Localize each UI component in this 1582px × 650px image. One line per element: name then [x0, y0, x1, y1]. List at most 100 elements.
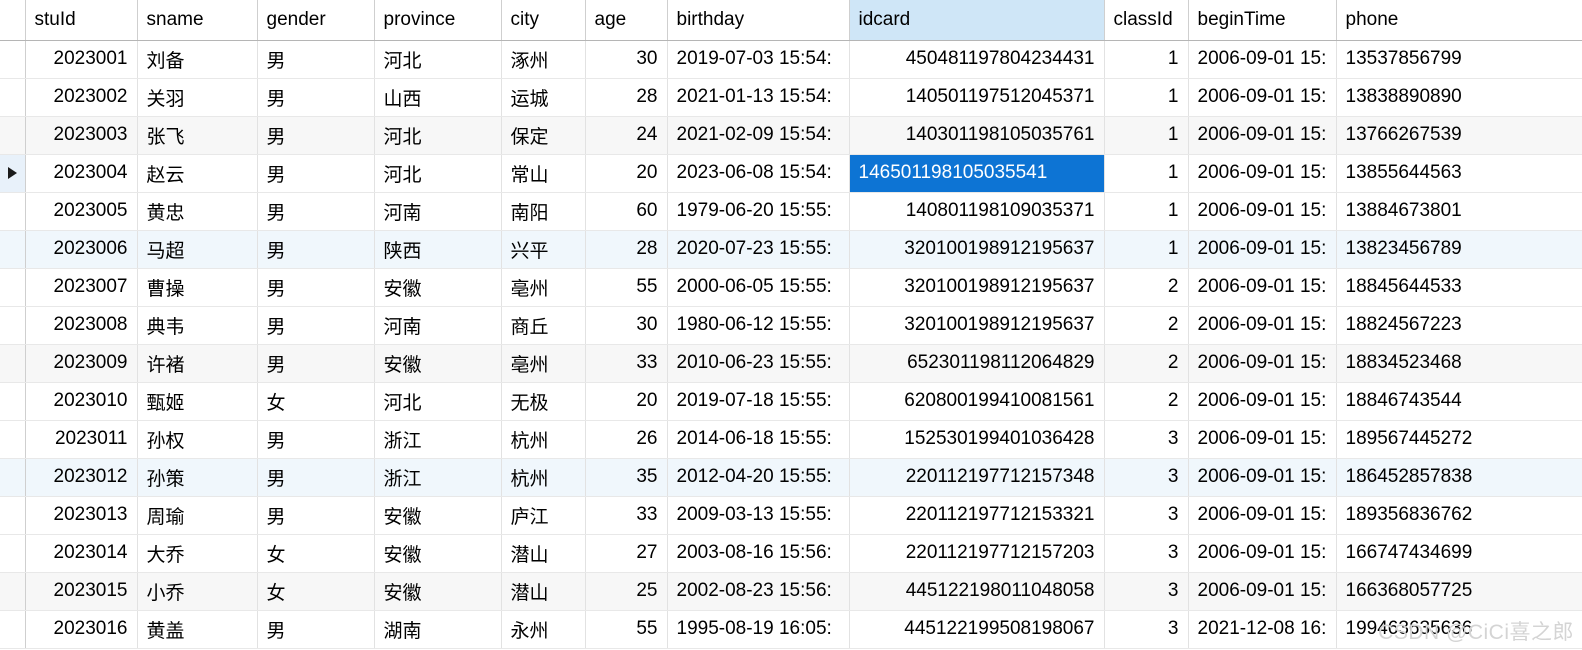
cell-stuid[interactable]: 2023004	[25, 154, 138, 193]
cell-sname[interactable]: 黄忠	[137, 192, 258, 231]
cell-begintime[interactable]: 2006-09-01 15:	[1188, 230, 1337, 269]
cell-classid[interactable]: 1	[1104, 192, 1189, 231]
cell-stuid[interactable]: 2023015	[25, 572, 138, 611]
cell-classid[interactable]: 2	[1104, 306, 1189, 345]
cell-age[interactable]: 33	[585, 496, 668, 535]
cell-city[interactable]: 杭州	[501, 458, 586, 497]
cell-gender[interactable]: 男	[257, 458, 375, 497]
table-row[interactable]: 2023016 黄盖男湖南 永州 55 1995-08-19 16:05: 4451221…	[0, 610, 1582, 649]
cell-begintime[interactable]: 2006-09-01 15:	[1188, 420, 1337, 459]
cell-age[interactable]: 20	[585, 154, 668, 193]
row-indicator-cell[interactable]	[0, 306, 26, 345]
cell-birthday[interactable]: 2021-02-09 15:54:	[667, 116, 850, 155]
cell-begintime[interactable]: 2006-09-01 15:	[1188, 458, 1337, 497]
row-indicator-cell[interactable]	[0, 268, 26, 307]
row-indicator-cell[interactable]	[0, 78, 26, 117]
cell-begintime[interactable]: 2006-09-01 15:	[1188, 192, 1337, 231]
cell-classid[interactable]: 1	[1104, 230, 1189, 269]
cell-phone[interactable]: 13823456789	[1336, 230, 1582, 269]
column-header-classid[interactable]: classId	[1104, 0, 1189, 41]
cell-classid[interactable]: 3	[1104, 572, 1189, 611]
column-header-begintime[interactable]: beginTime	[1188, 0, 1337, 41]
row-indicator-cell[interactable]	[0, 610, 26, 649]
row-indicator-cell[interactable]	[0, 382, 26, 421]
cell-idcard[interactable]: 620800199410081561	[849, 382, 1105, 421]
cell-city[interactable]: 亳州	[501, 268, 586, 307]
cell-province[interactable]: 安徽	[374, 572, 502, 611]
cell-city[interactable]: 杭州	[501, 420, 586, 459]
column-header-phone[interactable]: phone	[1336, 0, 1582, 41]
cell-idcard[interactable]: 220112197712157203	[849, 534, 1105, 573]
row-indicator-cell[interactable]	[0, 230, 26, 269]
cell-stuid[interactable]: 2023003	[25, 116, 138, 155]
cell-sname[interactable]: 关羽	[137, 78, 258, 117]
cell-sname[interactable]: 刘备	[137, 40, 258, 79]
cell-province[interactable]: 安徽	[374, 534, 502, 573]
cell-city[interactable]: 商丘	[501, 306, 586, 345]
cell-birthday[interactable]: 1980-06-12 15:55:	[667, 306, 850, 345]
cell-idcard[interactable]: 220112197712157348	[849, 458, 1105, 497]
cell-age[interactable]: 30	[585, 306, 668, 345]
cell-idcard[interactable]: 652301198112064829	[849, 344, 1105, 383]
row-indicator-cell[interactable]	[0, 40, 26, 79]
cell-phone[interactable]: 166747434699	[1336, 534, 1582, 573]
cell-age[interactable]: 33	[585, 344, 668, 383]
cell-sname[interactable]: 黄盖	[137, 610, 258, 649]
row-indicator-cell[interactable]	[0, 344, 26, 383]
table-row[interactable]: 2023014 大乔女安徽 潜山 27 2003-08-16 15:56: 2201121…	[0, 534, 1582, 573]
cell-stuid[interactable]: 2023006	[25, 230, 138, 269]
table-row[interactable]: 2023006 马超男陕西 兴平 28 2020-07-23 15:55: 3201001…	[0, 230, 1582, 269]
cell-stuid[interactable]: 2023012	[25, 458, 138, 497]
cell-stuid[interactable]: 2023005	[25, 192, 138, 231]
cell-birthday[interactable]: 2009-03-13 15:55:	[667, 496, 850, 535]
column-header-sname[interactable]: sname	[137, 0, 258, 41]
cell-birthday[interactable]: 2010-06-23 15:55:	[667, 344, 850, 383]
cell-province[interactable]: 河北	[374, 116, 502, 155]
cell-begintime[interactable]: 2021-12-08 16:	[1188, 610, 1337, 649]
cell-stuid[interactable]: 2023010	[25, 382, 138, 421]
student-data-grid[interactable]: stuId sname gender province city age birthday i…	[0, 0, 1582, 649]
cell-city[interactable]: 潜山	[501, 534, 586, 573]
cell-city[interactable]: 常山	[501, 154, 586, 193]
cell-phone[interactable]: 166368057725	[1336, 572, 1582, 611]
cell-sname[interactable]: 马超	[137, 230, 258, 269]
cell-stuid[interactable]: 2023014	[25, 534, 138, 573]
row-indicator-cell[interactable]	[0, 534, 26, 573]
cell-classid[interactable]: 2	[1104, 268, 1189, 307]
cell-idcard-selected[interactable]: 146501198105035541	[849, 154, 1105, 193]
table-row[interactable]: 2023008 典韦男河南 商丘 30 1980-06-12 15:55: 3201001…	[0, 306, 1582, 345]
cell-age[interactable]: 30	[585, 40, 668, 79]
row-indicator-cell[interactable]	[0, 116, 26, 155]
column-header-birthday[interactable]: birthday	[667, 0, 850, 41]
cell-phone[interactable]: 13884673801	[1336, 192, 1582, 231]
cell-age[interactable]: 26	[585, 420, 668, 459]
cell-gender[interactable]: 男	[257, 268, 375, 307]
cell-birthday[interactable]: 2023-06-08 15:54:	[667, 154, 850, 193]
cell-province[interactable]: 河南	[374, 306, 502, 345]
cell-classid[interactable]: 3	[1104, 420, 1189, 459]
cell-city[interactable]: 兴平	[501, 230, 586, 269]
table-row[interactable]: 2023005 黄忠男河南 南阳 60 1979-06-20 15:55: 1408011…	[0, 192, 1582, 231]
table-row[interactable]: 2023001 刘备男河北 涿州 30 2019-07-03 15:54: 4504811…	[0, 40, 1582, 79]
table-row[interactable]: 2023004 赵云男河北 常山 20 2023-06-08 15:54: 1465011…	[0, 154, 1582, 193]
cell-province[interactable]: 河南	[374, 192, 502, 231]
cell-birthday[interactable]: 1979-06-20 15:55:	[667, 192, 850, 231]
cell-idcard[interactable]: 320100198912195637	[849, 230, 1105, 269]
cell-idcard[interactable]: 320100198912195637	[849, 268, 1105, 307]
cell-classid[interactable]: 2	[1104, 382, 1189, 421]
cell-birthday[interactable]: 1995-08-19 16:05:	[667, 610, 850, 649]
cell-sname[interactable]: 甄姬	[137, 382, 258, 421]
cell-age[interactable]: 27	[585, 534, 668, 573]
cell-idcard[interactable]: 450481197804234431	[849, 40, 1105, 79]
column-header-idcard[interactable]: idcard	[849, 0, 1105, 41]
cell-stuid[interactable]: 2023001	[25, 40, 138, 79]
cell-stuid[interactable]: 2023008	[25, 306, 138, 345]
cell-sname[interactable]: 张飞	[137, 116, 258, 155]
column-header-stuid[interactable]: stuId	[25, 0, 138, 41]
table-row[interactable]: 2023012 孙策男浙江 杭州 35 2012-04-20 15:55: 2201121…	[0, 458, 1582, 497]
cell-begintime[interactable]: 2006-09-01 15:	[1188, 40, 1337, 79]
cell-birthday[interactable]: 2019-07-18 15:55:	[667, 382, 850, 421]
cell-sname[interactable]: 曹操	[137, 268, 258, 307]
table-row[interactable]: 2023002 关羽男山西 运城 28 2021-01-13 15:54: 1405011…	[0, 78, 1582, 117]
cell-birthday[interactable]: 2002-08-23 15:56:	[667, 572, 850, 611]
